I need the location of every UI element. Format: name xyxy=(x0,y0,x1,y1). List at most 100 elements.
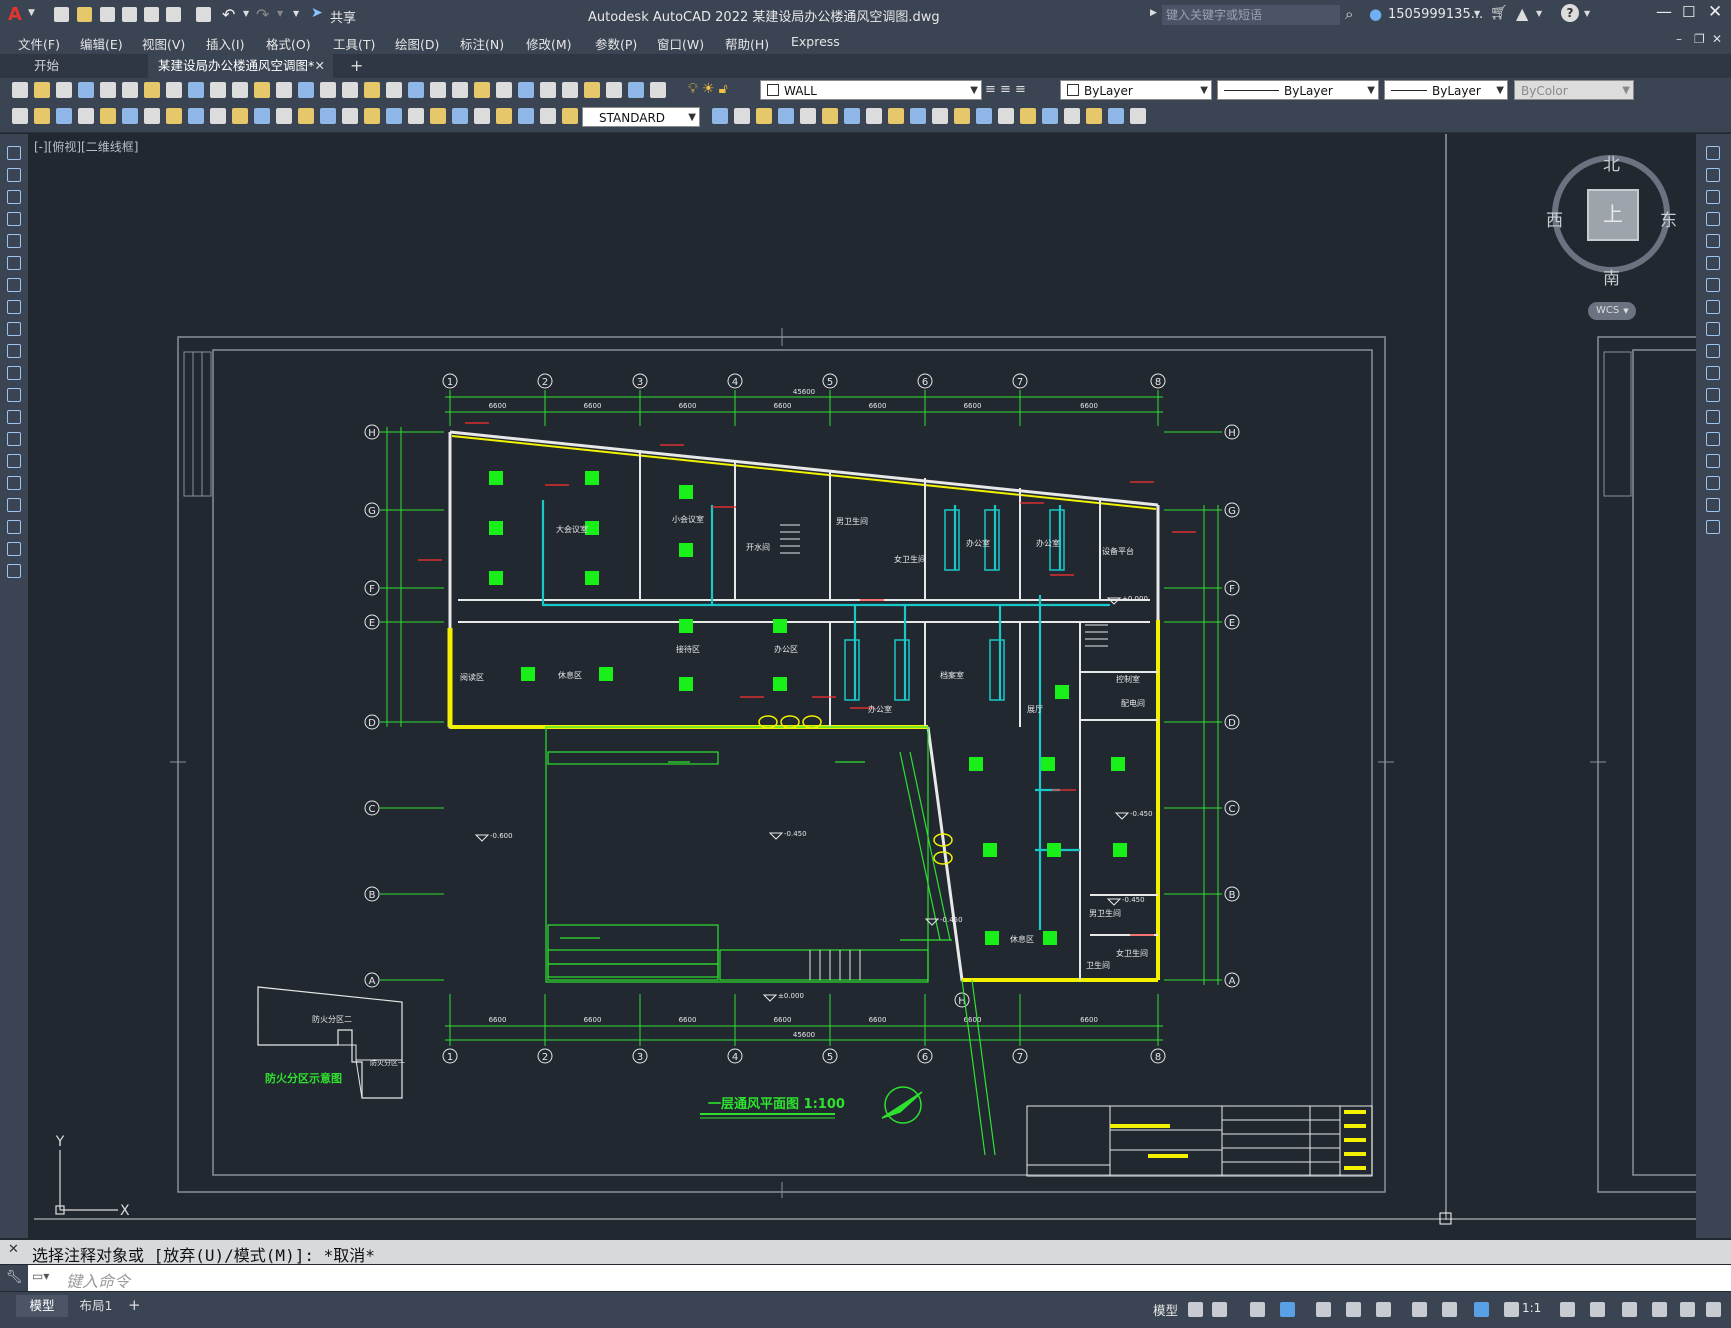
app-menu-arrow-icon[interactable]: ▼ xyxy=(28,8,35,18)
doc-close-icon[interactable]: ✕ xyxy=(1712,32,1722,46)
draw-tool-icon-14[interactable] xyxy=(7,432,21,446)
standard-tool-icon-24[interactable] xyxy=(518,82,534,98)
share-icon[interactable]: ➤ xyxy=(311,5,323,21)
standard-tool-icon-28[interactable] xyxy=(606,82,622,98)
menu-parametric[interactable]: 参数(P) xyxy=(595,34,637,53)
modify-tool-icon-1[interactable] xyxy=(712,108,728,124)
help-icon[interactable]: ? xyxy=(1561,4,1579,22)
status-toggle-icon-2[interactable] xyxy=(1212,1302,1227,1317)
dimension-tool-icon-7[interactable] xyxy=(144,108,160,124)
drawing-canvas[interactable]: 1 1 2 2 3 3 4 4 5 5 6 6 7 7 8 8 H H G G F F E E D D C C B B A A 6600 6600… xyxy=(28,134,1696,1240)
modify-tool-icon-8[interactable] xyxy=(866,108,882,124)
add-layout-button[interactable]: + xyxy=(128,1296,141,1314)
status-toggle-icon-7[interactable] xyxy=(1376,1302,1391,1317)
search-expand-icon[interactable]: ▶ xyxy=(1150,8,1157,18)
modify-tool-icon-15[interactable] xyxy=(1020,108,1036,124)
user-arrow-icon[interactable]: ▼ xyxy=(1474,9,1480,18)
maximize-icon[interactable]: ☐ xyxy=(1682,3,1695,21)
draw-tool-icon-20[interactable] xyxy=(7,564,21,578)
plotstyle-dropdown[interactable]: ByColor ▼ xyxy=(1514,80,1634,100)
draw-tool-icon-11[interactable] xyxy=(7,366,21,380)
command-settings-icon[interactable]: 🔧︎ xyxy=(0,1265,28,1291)
modify-tool-icon-14[interactable] xyxy=(998,108,1014,124)
dimension-tool-icon-25[interactable] xyxy=(540,108,556,124)
menu-window[interactable]: 窗口(W) xyxy=(657,34,704,53)
modify-tool-icon-15[interactable] xyxy=(1706,454,1720,468)
status-toggle-icon-5[interactable] xyxy=(1316,1302,1331,1317)
standard-tool-icon-22[interactable] xyxy=(474,82,490,98)
help-arrow-icon[interactable]: ▼ xyxy=(1584,9,1590,18)
draw-tool-icon-3[interactable] xyxy=(7,190,21,204)
layer-lock-icon[interactable]: 🔓︎ xyxy=(719,81,728,97)
layer-on-icon[interactable]: 💡︎ xyxy=(688,81,698,97)
menu-format[interactable]: 格式(O) xyxy=(266,34,311,53)
standard-tool-icon-16[interactable] xyxy=(342,82,358,98)
command-input[interactable]: ▭▾ 键入命令 xyxy=(28,1265,1731,1291)
standard-tool-icon-18[interactable] xyxy=(386,82,402,98)
modify-tool-icon-13[interactable] xyxy=(976,108,992,124)
standard-tool-icon-19[interactable] xyxy=(408,82,424,98)
draw-tool-icon-10[interactable] xyxy=(7,344,21,358)
modify-tool-icon-4[interactable] xyxy=(778,108,794,124)
dimension-tool-icon-20[interactable] xyxy=(430,108,446,124)
menu-tools[interactable]: 工具(T) xyxy=(333,34,375,53)
draw-tool-icon-12[interactable] xyxy=(7,388,21,402)
command-prompt-icon[interactable]: ▭▾ xyxy=(32,1269,49,1283)
standard-tool-icon-26[interactable] xyxy=(562,82,578,98)
minimize-icon[interactable]: — xyxy=(1656,2,1672,21)
standard-tool-icon-20[interactable] xyxy=(430,82,446,98)
modify-tool-icon-3[interactable] xyxy=(756,108,772,124)
dimension-tool-icon-26[interactable] xyxy=(562,108,578,124)
dimension-tool-icon-2[interactable] xyxy=(34,108,50,124)
status-toggle-icon-4[interactable] xyxy=(1280,1302,1295,1317)
menu-insert[interactable]: 插入(I) xyxy=(206,34,244,53)
standard-tool-icon-1[interactable] xyxy=(12,82,28,98)
layer-state-icons[interactable]: 💡︎ ☀ 🔓︎ xyxy=(688,81,758,101)
standard-tool-icon-10[interactable] xyxy=(210,82,226,98)
new-tab-button[interactable]: + xyxy=(350,56,363,75)
status-toggle-icon-13[interactable] xyxy=(1590,1302,1605,1317)
modify-tool-icon-4[interactable] xyxy=(1706,212,1720,226)
modify-tool-icon-10[interactable] xyxy=(1706,344,1720,358)
user-name[interactable]: 1505999135... xyxy=(1388,7,1483,22)
dimension-tool-icon-22[interactable] xyxy=(474,108,490,124)
dimension-tool-icon-24[interactable] xyxy=(518,108,534,124)
menu-modify[interactable]: 修改(M) xyxy=(526,34,572,53)
linetype-dropdown[interactable]: ByLayer ▼ xyxy=(1217,80,1379,100)
close-icon[interactable]: ✕ xyxy=(1708,2,1722,22)
layer-tools-icons[interactable]: ≡ ≡ ≡ xyxy=(985,82,1049,98)
draw-tool-icon-16[interactable] xyxy=(7,476,21,490)
status-toggle-icon-8[interactable] xyxy=(1412,1302,1427,1317)
standard-tool-icon-2[interactable] xyxy=(34,82,50,98)
tab-active-drawing[interactable]: 某建设局办公楼通风空调图* ✕ xyxy=(148,54,333,78)
modify-tool-icon-7[interactable] xyxy=(844,108,860,124)
modify-tool-icon-12[interactable] xyxy=(1706,388,1720,402)
standard-tool-icon-11[interactable] xyxy=(232,82,248,98)
share-button[interactable]: 共享 xyxy=(330,7,356,26)
tab-close-icon[interactable]: ✕ xyxy=(315,54,325,78)
modify-tool-icon-20[interactable] xyxy=(1130,108,1146,124)
modify-tool-icon-2[interactable] xyxy=(1706,168,1720,182)
new-icon[interactable] xyxy=(54,7,69,22)
draw-tool-icon-13[interactable] xyxy=(7,410,21,424)
standard-tool-icon-5[interactable] xyxy=(100,82,116,98)
standard-tool-icon-23[interactable] xyxy=(496,82,512,98)
draw-tool-icon-18[interactable] xyxy=(7,520,21,534)
customize-arrow-icon[interactable]: ▼ xyxy=(293,9,299,18)
textstyle-dropdown[interactable]: STANDARD ▼ xyxy=(582,107,700,127)
modify-tool-icon-19[interactable] xyxy=(1108,108,1124,124)
status-toggle-icon-1[interactable] xyxy=(1188,1302,1203,1317)
status-toggle-icon-9[interactable] xyxy=(1442,1302,1457,1317)
layer-dropdown[interactable]: WALL ▼ xyxy=(760,80,982,100)
dimension-tool-icon-3[interactable] xyxy=(56,108,72,124)
menu-edit[interactable]: 编辑(E) xyxy=(80,34,123,53)
standard-tool-icon-17[interactable] xyxy=(364,82,380,98)
viewport-controls-label[interactable]: [-][俯视][二维线框] xyxy=(34,138,138,155)
standard-tool-icon-25[interactable] xyxy=(540,82,556,98)
standard-tool-icon-29[interactable] xyxy=(628,82,644,98)
layer-freeze-icon[interactable]: ☀ xyxy=(702,81,715,97)
menu-draw[interactable]: 绘图(D) xyxy=(395,34,439,53)
modify-tool-icon-7[interactable] xyxy=(1706,278,1720,292)
status-toggle-icon-14[interactable] xyxy=(1622,1302,1637,1317)
tab-layout1[interactable]: 布局1 xyxy=(68,1295,124,1317)
